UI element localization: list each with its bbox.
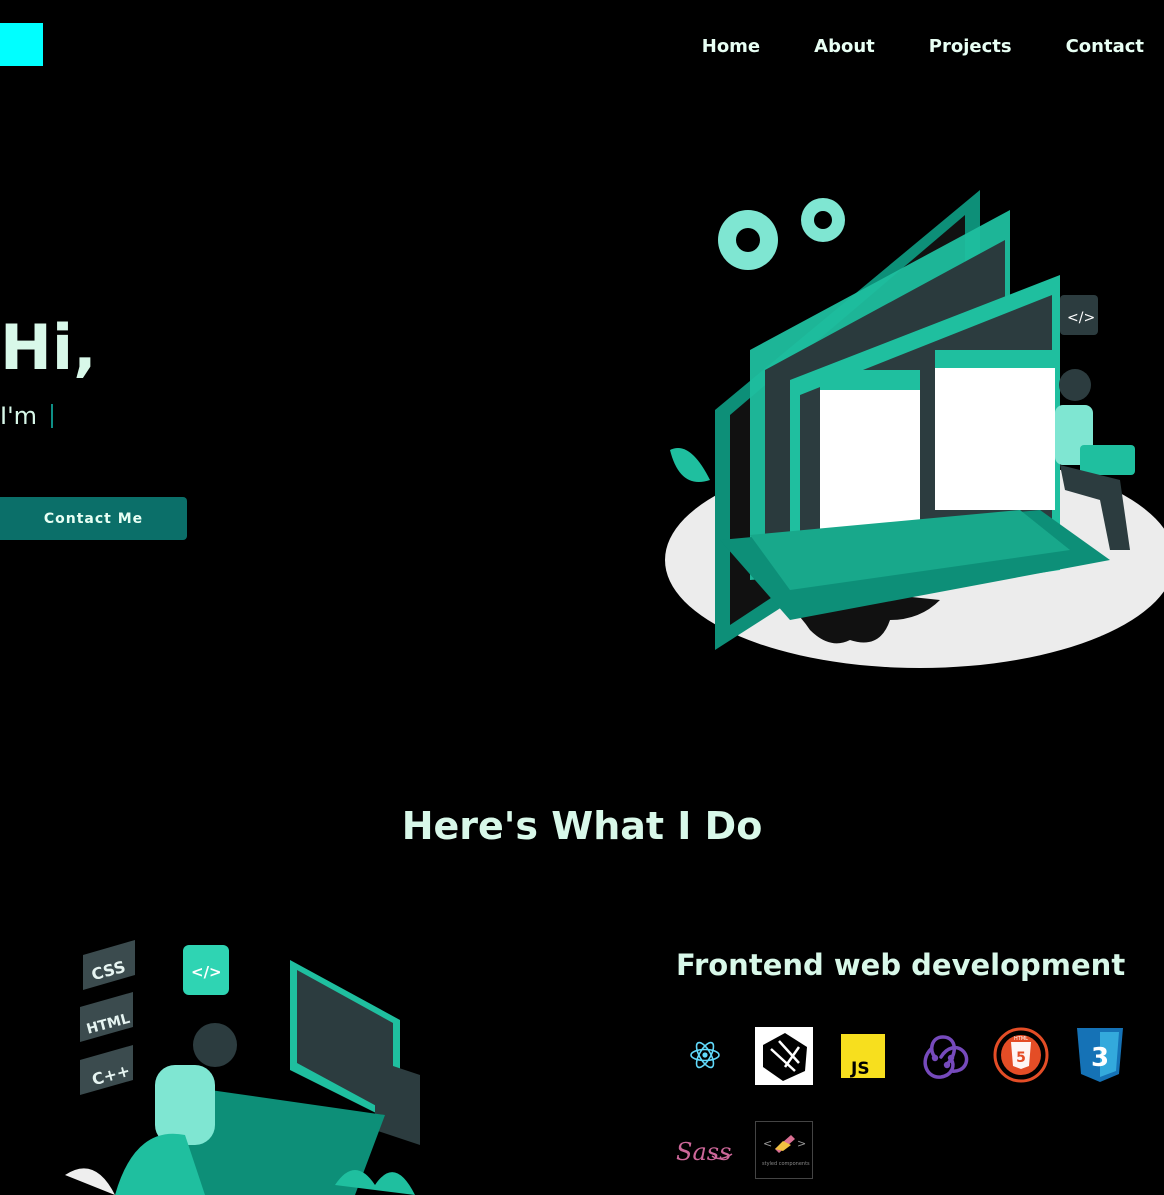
styled-caption: styled components bbox=[762, 1161, 810, 1167]
skill-title: Frontend web development bbox=[676, 948, 1126, 982]
html-badge-text: HTML bbox=[1014, 1036, 1028, 1042]
nav-projects[interactable]: Projects bbox=[929, 36, 1012, 58]
hero-illustration: </> bbox=[665, 190, 1164, 668]
nav-contact[interactable]: Contact bbox=[1066, 36, 1144, 58]
developer-illustration: CSS HTML C++ </> bbox=[65, 940, 420, 1195]
code-badge-text: </> bbox=[191, 963, 222, 981]
hero-intro-text: I'm bbox=[0, 402, 38, 430]
styled-components-icon: < > styled components bbox=[755, 1121, 813, 1179]
redux-icon bbox=[923, 1035, 969, 1079]
js-badge-text: JS bbox=[850, 1059, 870, 1079]
section-title: Here's What I Do bbox=[401, 804, 763, 848]
nextjs-icon bbox=[755, 1027, 813, 1085]
svg-text:>: > bbox=[797, 1137, 806, 1150]
nav-home[interactable]: Home bbox=[702, 36, 760, 58]
code-bubble-text: </> bbox=[1067, 310, 1095, 326]
logo[interactable] bbox=[0, 23, 43, 66]
javascript-icon: JS bbox=[841, 1034, 885, 1079]
hero-intro: I'm bbox=[0, 402, 54, 430]
contact-me-button[interactable]: Contact Me bbox=[0, 497, 187, 540]
css3-icon: 3 bbox=[1077, 1028, 1123, 1082]
svg-text:<: < bbox=[763, 1137, 772, 1150]
typing-cursor bbox=[51, 404, 54, 428]
svg-text:3: 3 bbox=[1091, 1043, 1109, 1073]
html5-icon: HTML 5 bbox=[993, 1027, 1049, 1083]
main-nav: Home About Projects Contact bbox=[648, 36, 1144, 58]
sass-icon: Sass bbox=[676, 1138, 733, 1166]
nav-about[interactable]: About bbox=[814, 36, 875, 58]
sass-word: Sass bbox=[676, 1138, 731, 1166]
hero-greeting: Hi, bbox=[0, 311, 97, 384]
svg-text:5: 5 bbox=[1016, 1050, 1026, 1066]
react-icon bbox=[690, 1041, 720, 1069]
